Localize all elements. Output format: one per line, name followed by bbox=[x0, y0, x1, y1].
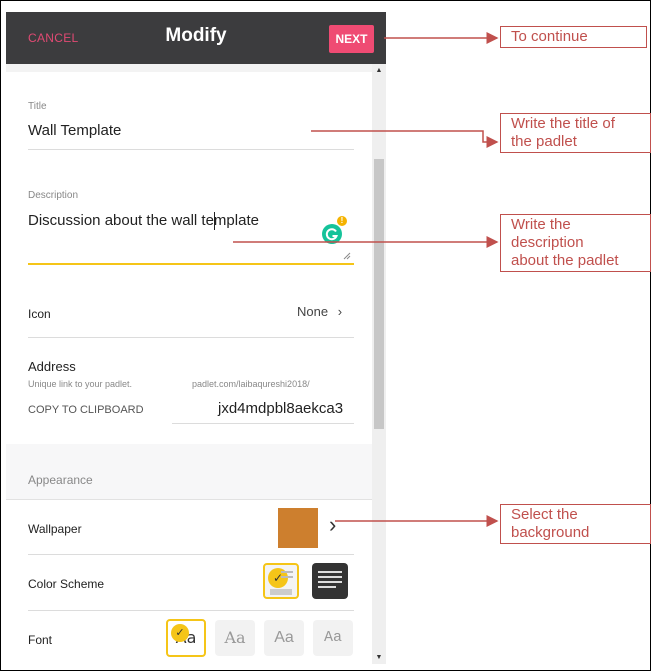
annotation-arrows bbox=[233, 32, 499, 527]
annotation-background: Select the background bbox=[500, 504, 651, 544]
annotation-continue: To continue bbox=[500, 26, 647, 48]
annotation-bg-line2: background bbox=[511, 524, 590, 541]
annotation-desc-line1: Write the bbox=[511, 216, 571, 233]
annotation-desc-line2: description bbox=[511, 234, 584, 251]
annotation-title-line1: Write the title of bbox=[511, 115, 615, 132]
annotation-title: Write the title of the padlet bbox=[500, 113, 651, 153]
annotation-bg-line1: Select the bbox=[511, 506, 578, 523]
annotation-title-line2: the padlet bbox=[511, 133, 577, 150]
annotation-desc-line3: about the padlet bbox=[511, 252, 619, 269]
annotation-description: Write the description about the padlet bbox=[500, 214, 651, 272]
annotation-continue-text: To continue bbox=[511, 28, 588, 45]
